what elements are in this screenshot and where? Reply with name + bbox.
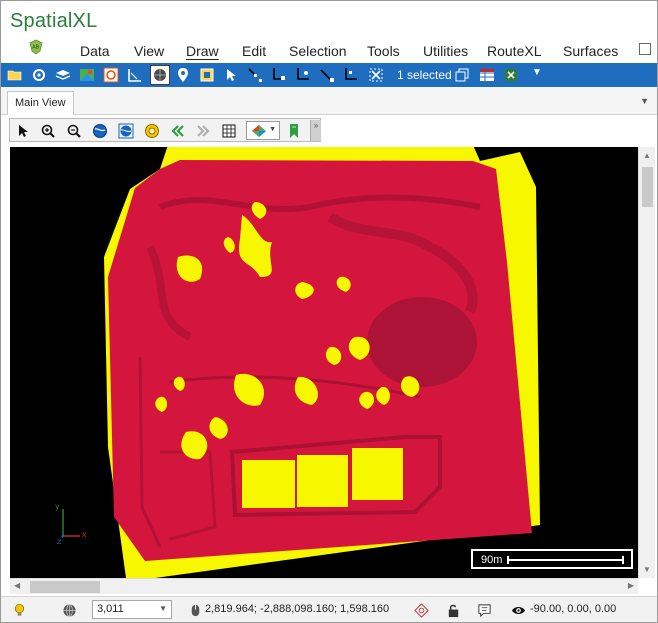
measure-icon[interactable] xyxy=(126,66,144,84)
render-style-dropdown[interactable]: ▼ xyxy=(246,121,280,140)
map-pin-icon[interactable] xyxy=(78,66,96,84)
application-window: SpatialXL AB Data View Draw Edit Selecti… xyxy=(0,0,658,623)
scale-line xyxy=(507,556,624,564)
render-style-icon xyxy=(252,125,266,137)
chevron-down-icon: ▼ xyxy=(159,604,167,613)
back-icon[interactable] xyxy=(169,122,186,139)
node-move-icon[interactable] xyxy=(294,66,312,84)
ribbon-toolbar: 1 selected ▼ xyxy=(1,63,657,87)
node-edit-icon[interactable] xyxy=(246,66,264,84)
tab-list-dropdown[interactable]: ▼ xyxy=(640,96,649,106)
cursor-coordinates: 2,819.964; -2,888,098.160; 1,598.160 xyxy=(205,603,390,615)
globe-full-icon[interactable] xyxy=(117,122,134,139)
forward-icon[interactable] xyxy=(194,122,211,139)
tab-main-view[interactable]: Main View xyxy=(7,91,74,115)
svg-text:AB: AB xyxy=(32,45,39,51)
menu-routexl[interactable]: RouteXL xyxy=(487,43,541,59)
zoom-in-icon[interactable] xyxy=(39,122,56,139)
pointer-icon[interactable] xyxy=(222,66,240,84)
map-toolbar: ▼ » xyxy=(9,118,321,142)
vertical-scrollbar[interactable]: ▲ ▼ xyxy=(638,147,655,578)
clear-selection-icon[interactable] xyxy=(367,66,385,84)
grid-icon[interactable] xyxy=(220,122,237,139)
menu-data[interactable]: Data xyxy=(80,43,110,59)
map-canvas[interactable]: y x z 90m xyxy=(10,147,638,578)
lightbulb-icon[interactable] xyxy=(11,602,27,618)
globe-status-icon[interactable] xyxy=(61,602,77,618)
view-angles: -90.00, 0.00, 0.00 xyxy=(530,603,617,615)
open-folder-icon[interactable] xyxy=(6,66,24,84)
select-arrow-icon[interactable] xyxy=(14,122,31,139)
app-logo-icon[interactable]: AB xyxy=(27,39,45,55)
node-delete-icon[interactable] xyxy=(318,66,336,84)
axis-indicator xyxy=(61,509,80,538)
scroll-up-icon[interactable]: ▲ xyxy=(643,151,651,160)
globe-extent-icon[interactable] xyxy=(91,122,108,139)
view-tabstrip: Main View ▼ xyxy=(1,87,657,115)
scale-label: 90m xyxy=(481,554,503,566)
ribbon-overflow-dropdown[interactable]: ▼ xyxy=(532,67,542,78)
scale-bar: 90m xyxy=(471,549,633,569)
table-view-icon[interactable] xyxy=(478,66,496,84)
app-title: SpatialXL xyxy=(10,10,98,32)
node-add-icon[interactable] xyxy=(270,66,288,84)
point-cloud-render xyxy=(61,147,540,578)
mouse-icon xyxy=(187,602,203,618)
point-count-value: 3,011 xyxy=(97,603,124,615)
menu-draw[interactable]: Draw xyxy=(186,43,219,59)
selection-count: 1 selected xyxy=(397,68,452,82)
copy-to-sheet-icon[interactable] xyxy=(453,66,471,84)
bookmark-icon[interactable] xyxy=(285,122,302,139)
horizontal-scroll-thumb[interactable] xyxy=(30,581,100,593)
zoom-out-icon[interactable] xyxy=(65,122,82,139)
chevron-down-icon: ▼ xyxy=(269,126,276,133)
scroll-left-icon[interactable]: ◀ xyxy=(14,581,20,590)
node-split-icon[interactable] xyxy=(342,66,360,84)
menu-utilities[interactable]: Utilities xyxy=(423,43,468,59)
toolbar-overflow-button[interactable]: » xyxy=(310,120,321,141)
menu-bar: AB Data View Draw Edit Selection Tools U… xyxy=(1,37,657,63)
axis-label-z: z xyxy=(57,537,62,546)
excel-export-icon[interactable] xyxy=(502,66,520,84)
eye-icon[interactable] xyxy=(510,602,526,618)
settings-gear-icon[interactable] xyxy=(30,66,48,84)
horizontal-scrollbar[interactable]: ◀ ▶ xyxy=(10,578,638,594)
unlock-icon[interactable] xyxy=(445,602,461,618)
location-pin-icon[interactable] xyxy=(174,66,192,84)
scroll-down-icon[interactable]: ▼ xyxy=(643,565,651,574)
sun-icon[interactable] xyxy=(143,122,160,139)
menu-tools[interactable]: Tools xyxy=(367,43,400,59)
globe-icon[interactable] xyxy=(150,65,170,85)
menu-surfaces[interactable]: Surfaces xyxy=(563,43,618,59)
frame-icon[interactable] xyxy=(198,66,216,84)
axis-label-y: y xyxy=(55,502,60,511)
collapse-ribbon-button[interactable] xyxy=(639,43,651,55)
comment-icon[interactable] xyxy=(476,602,492,618)
axis-label-x: x xyxy=(82,530,87,539)
layers-icon[interactable] xyxy=(54,66,72,84)
menu-edit[interactable]: Edit xyxy=(242,43,266,59)
menu-view[interactable]: View xyxy=(134,43,164,59)
target-icon[interactable] xyxy=(413,602,429,618)
status-bar: 3,011 ▼ 2,819.964; -2,888,098.160; 1,598… xyxy=(1,596,657,622)
point-count-combobox[interactable]: 3,011 ▼ xyxy=(92,600,172,619)
menu-selection[interactable]: Selection xyxy=(289,43,347,59)
scroll-right-icon[interactable]: ▶ xyxy=(628,581,634,590)
vertical-scroll-thumb[interactable] xyxy=(642,167,653,207)
lasso-icon[interactable] xyxy=(102,66,120,84)
